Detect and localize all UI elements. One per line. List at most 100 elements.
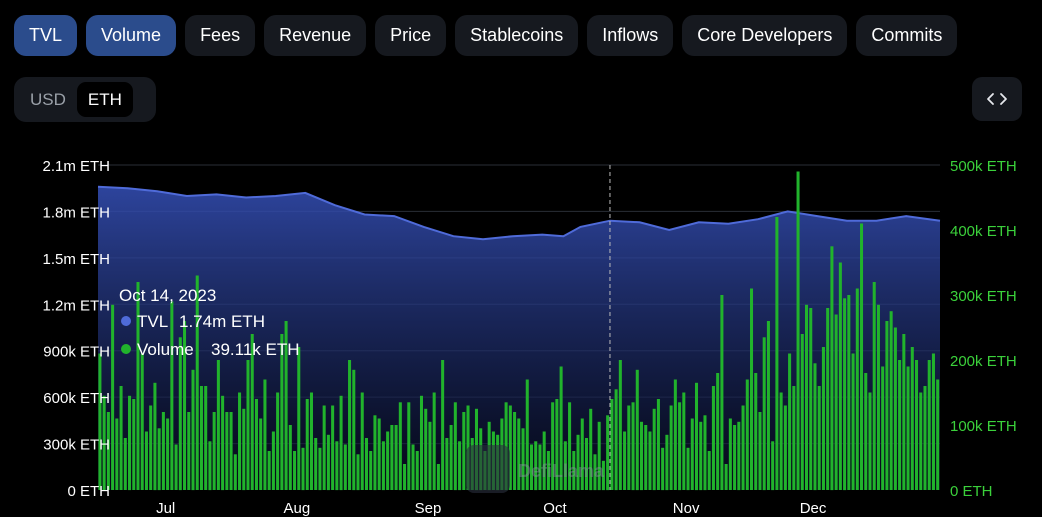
tab-stablecoins[interactable]: Stablecoins [455, 15, 579, 56]
volume-bar [737, 421, 741, 491]
volume-bar [750, 288, 754, 490]
x-tick-label: Jul [156, 500, 175, 517]
volume-bar [665, 434, 669, 491]
volume-bar [398, 402, 402, 491]
volume-bar [809, 308, 813, 490]
volume-bar [610, 399, 614, 490]
volume-bar [796, 171, 800, 490]
y-right-tick-label: 300k ETH [950, 288, 1017, 305]
volume-bar [449, 425, 453, 490]
volume-bar [254, 399, 258, 490]
volume-bar [898, 360, 902, 490]
volume-bar [381, 441, 385, 491]
tvl-volume-chart: DefiLlama 0 ETH 300k ETH 600k ETH 900k ETH 1… [42, 158, 1017, 517]
tab-core-developers[interactable]: Core Developers [682, 15, 848, 56]
y-left-tick-label: 0 ETH [67, 483, 110, 500]
volume-bar [115, 418, 119, 490]
volume-bar [373, 415, 377, 491]
volume-bar [161, 412, 165, 490]
volume-bar [98, 353, 102, 490]
volume-bar [741, 405, 745, 490]
volume-bar [411, 444, 415, 490]
volume-bar [885, 321, 889, 490]
currency-option-eth[interactable]: ETH [76, 82, 133, 117]
volume-bar [216, 360, 220, 490]
volume-bar [419, 395, 423, 491]
embed-button[interactable] [972, 77, 1022, 121]
volume-bar [293, 451, 297, 490]
volume-bar [119, 386, 123, 490]
tab-commits[interactable]: Commits [856, 15, 958, 56]
volume-bar [826, 308, 830, 490]
volume-bar [297, 347, 301, 490]
volume-bar [390, 425, 394, 490]
volume-bar [335, 441, 339, 491]
volume-bar [792, 386, 796, 490]
tab-fees[interactable]: Fees [185, 15, 256, 56]
volume-bar [821, 347, 825, 490]
volume-bar [111, 304, 115, 490]
volume-bar [271, 431, 275, 490]
volume-bar [817, 386, 821, 490]
volume-bar [889, 311, 893, 490]
volume-bar [199, 386, 203, 490]
x-tick-label: Sep [415, 500, 442, 517]
volume-bar [432, 392, 436, 490]
volume-bar [394, 425, 398, 490]
volume-bar [153, 382, 157, 491]
tab-tvl[interactable]: TVL [14, 15, 78, 56]
volume-bar [648, 431, 652, 490]
y-left-tick-label: 300k ETH [43, 437, 110, 454]
volume-bar [513, 412, 517, 490]
tooltip-tvl-value: 1.74m ETH [179, 312, 265, 331]
volume-bar [902, 334, 906, 490]
tab-inflows[interactable]: Inflows [587, 15, 674, 56]
volume-bar [339, 395, 343, 491]
y-right-tick-label: 500k ETH [950, 158, 1017, 175]
volume-bar [783, 405, 787, 490]
volume-bar [305, 399, 309, 490]
volume-bar [656, 399, 660, 490]
volume-bar [386, 431, 390, 490]
y-left-tick-label: 1.8m ETH [42, 204, 110, 221]
tab-price[interactable]: Price [375, 15, 447, 56]
volume-bar [225, 412, 229, 490]
volume-bar [263, 379, 267, 490]
volume-bar [618, 360, 622, 490]
y-right-tick-label: 0 ETH [950, 483, 993, 500]
volume-bar [614, 389, 618, 491]
volume-bar [360, 392, 364, 490]
volume-bar [694, 382, 699, 491]
volume-bar [221, 395, 225, 491]
tooltip-date: Oct 14, 2023 [119, 286, 216, 305]
volume-bar [128, 395, 132, 491]
volume-bar [267, 451, 271, 490]
volume-bar [318, 447, 322, 491]
volume-bar [458, 441, 462, 491]
volume-bar [212, 412, 216, 490]
volume-bar [800, 334, 804, 490]
volume-bar [639, 421, 644, 491]
volume-bar [910, 347, 914, 490]
volume-bar [229, 412, 233, 490]
tab-revenue[interactable]: Revenue [264, 15, 367, 56]
volume-bar [195, 275, 199, 490]
volume-bar [462, 412, 466, 490]
volume-bar [711, 386, 715, 490]
volume-bar [204, 386, 208, 490]
volume-bar [377, 418, 381, 490]
tab-volume[interactable]: Volume [86, 15, 177, 56]
volume-bar [868, 392, 872, 490]
volume-bar [864, 373, 868, 490]
volume-bar [288, 425, 292, 490]
watermark-text: DefiLlama [518, 461, 605, 481]
volume-bar [851, 353, 855, 490]
volume-bar [716, 373, 720, 490]
volume-bar [728, 418, 732, 490]
volume-bar [779, 392, 783, 490]
volume-bar [703, 415, 707, 491]
tooltip-volume-label: Volume [137, 340, 194, 359]
currency-option-usd[interactable]: USD [19, 82, 77, 117]
volume-bar [631, 402, 635, 491]
currency-toggle: USD ETH [14, 77, 156, 122]
